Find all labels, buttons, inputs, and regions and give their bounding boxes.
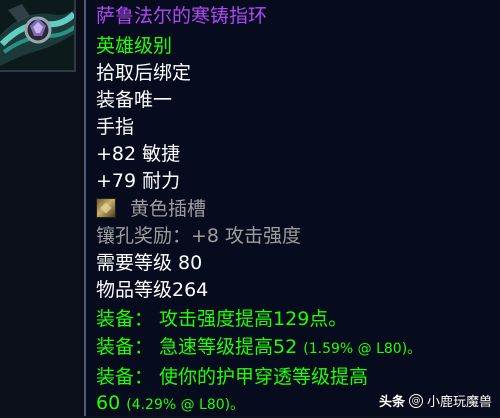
item-quality: 英雄级别 <box>96 35 173 57</box>
equip-effect-haste: 装备： 急速等级提高52 (1.59% @ L80)。 <box>96 334 421 362</box>
item-tooltip: 萨鲁法尔的寒铸指环 英雄级别 拾取后绑定 装备唯一 手指 +82 敏捷 +79 … <box>84 0 500 416</box>
watermark: 头条 @ 小鹿玩魔兽 <box>379 391 492 410</box>
equip-armor-pen-text: 60 <box>96 392 127 414</box>
watermark-source: 头条 <box>378 395 405 410</box>
yellow-socket-icon <box>96 198 116 218</box>
socket-bonus: 镶孔奖励：+8 攻击强度 <box>96 225 302 247</box>
stat-stamina: +79 耐力 <box>96 170 181 192</box>
equip-haste-text: 装备： 急速等级提高52 <box>96 336 304 358</box>
bind-type: 拾取后绑定 <box>96 62 192 84</box>
equip-armor-pen-percent: (4.29% @ L80)。 <box>126 397 245 413</box>
equip-effect-armor-pen: 装备： 使你的护甲穿透等级提高 <box>96 366 369 388</box>
socket-label: 黄色插槽 <box>130 198 207 220</box>
item-icon[interactable] <box>0 0 76 72</box>
equip-effect-armor-pen-value: 60 (4.29% @ L80)。 <box>96 390 244 418</box>
item-name: 萨鲁法尔的寒铸指环 <box>96 5 268 27</box>
stat-agility: +82 敏捷 <box>96 143 181 165</box>
unique-equipped: 装备唯一 <box>96 89 173 111</box>
item-level: 物品等级264 <box>96 279 209 301</box>
yellow-socket: 黄色插槽 <box>96 196 206 222</box>
required-level: 需要等级 80 <box>96 252 203 274</box>
at-icon: @ <box>408 393 423 408</box>
equip-slot: 手指 <box>96 116 135 138</box>
watermark-author: 小鹿玩魔兽 <box>426 395 492 410</box>
equip-haste-percent: (1.59% @ L80)。 <box>303 341 422 357</box>
equip-effect-attack-power: 装备： 攻击强度提高129点。 <box>96 308 348 330</box>
ring-icon <box>0 0 74 70</box>
